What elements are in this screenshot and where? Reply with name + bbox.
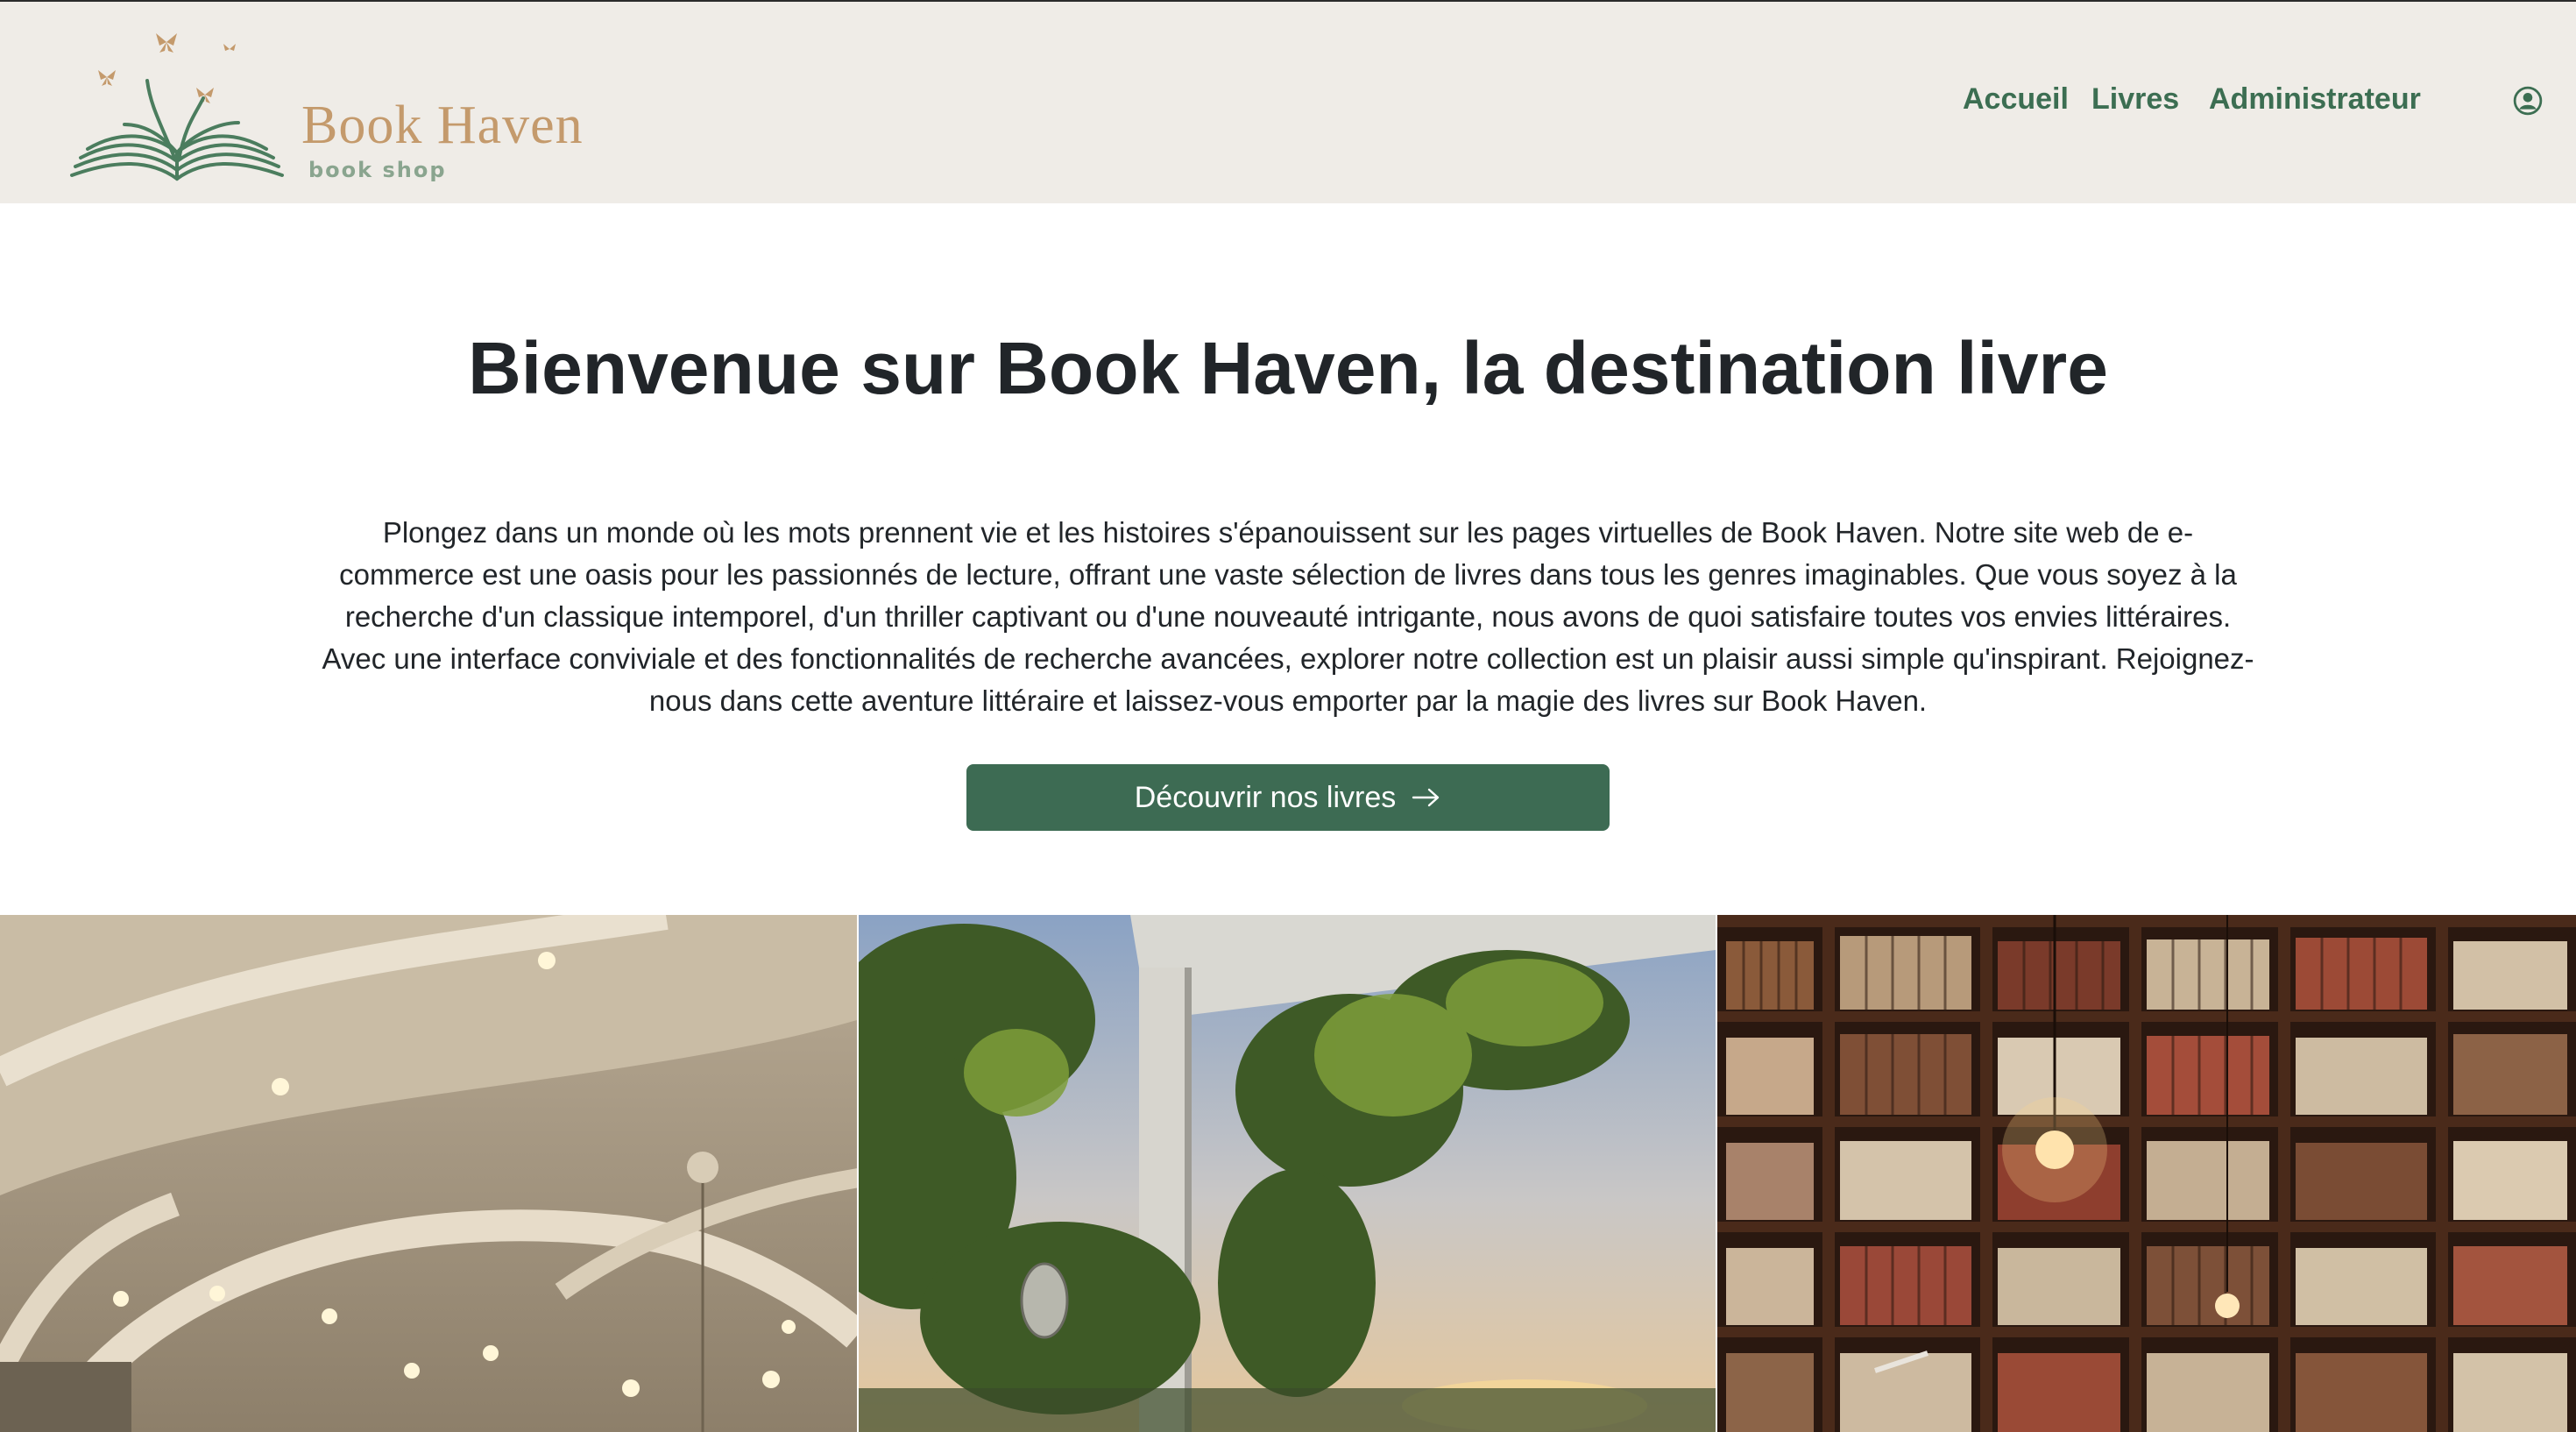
- nav-link-accueil[interactable]: Accueil: [1963, 82, 2069, 117]
- gallery-photo-porch: [859, 915, 1716, 1432]
- photo-gallery: [0, 915, 2576, 1432]
- navbar: Book Haven book shop Accueil Livres Admi…: [0, 2, 2576, 203]
- main-nav: Accueil Livres Administrateur: [1963, 82, 2576, 126]
- user-circle-icon[interactable]: [2513, 86, 2543, 116]
- discover-books-button[interactable]: Découvrir nos livres: [966, 764, 1610, 831]
- brand-tagline: book shop: [308, 158, 447, 182]
- gallery-photo-ceiling: [0, 915, 857, 1432]
- gallery-photo-bookshelves: [1717, 915, 2576, 1432]
- nav-link-administrateur[interactable]: Administrateur: [2209, 82, 2421, 117]
- arrow-right-icon: [1412, 788, 1440, 807]
- hero-paragraph: Plongez dans un monde où les mots prenne…: [322, 516, 2254, 717]
- discover-books-label: Découvrir nos livres: [1134, 780, 1397, 814]
- hero-title: Bienvenue sur Book Haven, la destination…: [468, 327, 2108, 409]
- nav-link-livres[interactable]: Livres: [2091, 82, 2179, 117]
- brand-logo[interactable]: Book Haven book shop: [63, 19, 583, 186]
- brand-name: Book Haven: [301, 96, 584, 155]
- open-book-logo-icon: [70, 33, 284, 181]
